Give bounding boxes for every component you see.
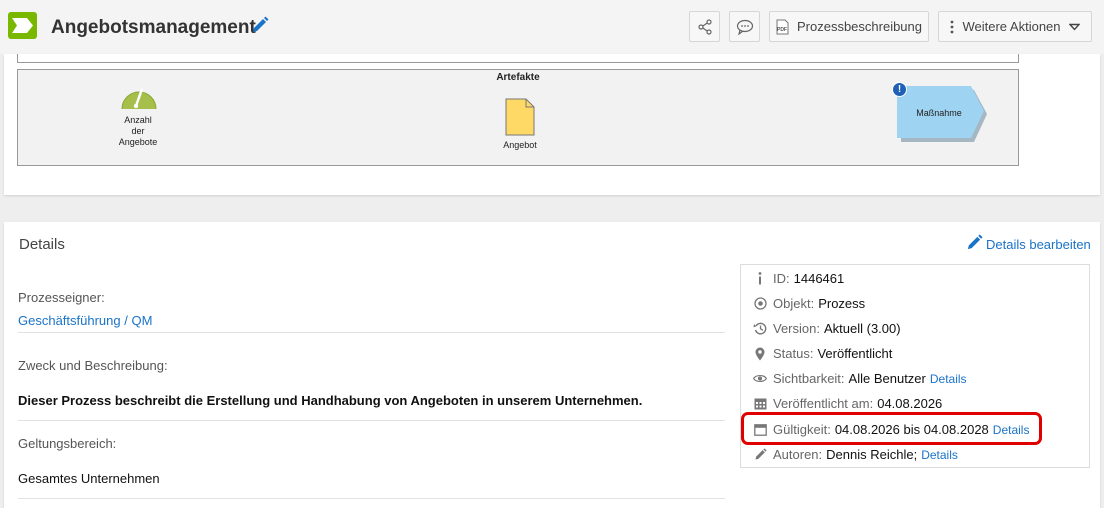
history-icon	[753, 322, 767, 336]
owner-link[interactable]: Geschäftsführung / QM	[18, 313, 152, 328]
edit-title-pencil-icon[interactable]	[251, 16, 269, 39]
meta-version-row: Version: Aktuell (3.00)	[753, 321, 901, 336]
meta-authors-row: Autoren: Dennis Reichle; Details	[753, 447, 958, 462]
gauge-kpi-label: Anzahl der Angebote	[118, 115, 158, 147]
purpose-value: Dieser Prozess beschreibt die Erstellung…	[18, 393, 643, 408]
target-icon	[753, 297, 767, 311]
details-title: Details	[19, 236, 65, 253]
share-icon	[697, 18, 713, 35]
meta-visibility-row: Sichtbarkeit: Alle Benutzer Details	[753, 371, 967, 386]
more-actions-button[interactable]: Weitere Aktionen	[938, 11, 1092, 42]
more-actions-label: Weitere Aktionen	[962, 19, 1061, 34]
vertical-dots-icon	[950, 20, 954, 34]
document-artifact-label: Angebot	[503, 140, 537, 150]
pencil-icon	[966, 234, 983, 254]
chevron-down-icon	[1068, 23, 1080, 31]
document-artifact-icon[interactable]	[505, 98, 535, 141]
details-card: Details Details bearbeiten Prozesseigner…	[4, 222, 1100, 508]
location-pin-icon	[753, 347, 767, 361]
divider	[18, 420, 725, 421]
validity-highlight-box	[741, 412, 1042, 445]
meta-id-row: ID: 1446461	[753, 271, 844, 286]
edit-details-link[interactable]: Details bearbeiten	[966, 234, 1091, 254]
info-alert-icon[interactable]: !	[892, 82, 907, 97]
comment-button[interactable]	[729, 11, 760, 42]
scope-value: Gesamtes Unternehmen	[18, 471, 160, 486]
share-button[interactable]	[689, 11, 720, 42]
meta-status-row: Status: Veröffentlicht	[753, 346, 892, 361]
pencil-icon	[753, 448, 767, 462]
divider	[18, 498, 725, 499]
measure-label: Maßnahme	[916, 108, 962, 118]
calendar-grid-icon	[753, 397, 767, 411]
purpose-label: Zweck und Beschreibung:	[18, 358, 168, 373]
edit-details-label: Details bearbeiten	[986, 236, 1091, 252]
app-header: Angebotsmanagement PDF Prozessbeschreibu…	[0, 0, 1104, 54]
gauge-kpi-icon[interactable]	[121, 82, 157, 115]
comment-icon	[736, 19, 754, 35]
page-title: Angebotsmanagement	[51, 17, 256, 38]
swimlane-bottom-edge	[17, 54, 1019, 63]
process-description-label: Prozessbeschreibung	[796, 19, 923, 34]
pdf-file-icon: PDF	[776, 19, 789, 35]
artefacts-lane: Artefakte Anzahl der Angebote Angebot Ma…	[17, 69, 1019, 166]
authors-details-link[interactable]: Details	[921, 448, 958, 462]
info-icon	[753, 272, 767, 286]
visibility-details-link[interactable]: Details	[930, 372, 967, 386]
process-diagram-card: Artefakte Anzahl der Angebote Angebot Ma…	[4, 54, 1100, 195]
owner-label: Prozesseigner:	[18, 290, 105, 305]
artefacts-title: Artefakte	[496, 72, 540, 83]
meta-object-row: Objekt: Prozess	[753, 296, 865, 311]
meta-published-row: Veröffentlicht am: 04.08.2026	[753, 396, 942, 411]
process-logo-icon	[8, 12, 37, 39]
eye-icon	[753, 372, 767, 386]
scope-label: Geltungsbereich:	[18, 436, 117, 451]
divider	[18, 332, 725, 333]
process-description-button[interactable]: PDF Prozessbeschreibung	[769, 11, 929, 42]
